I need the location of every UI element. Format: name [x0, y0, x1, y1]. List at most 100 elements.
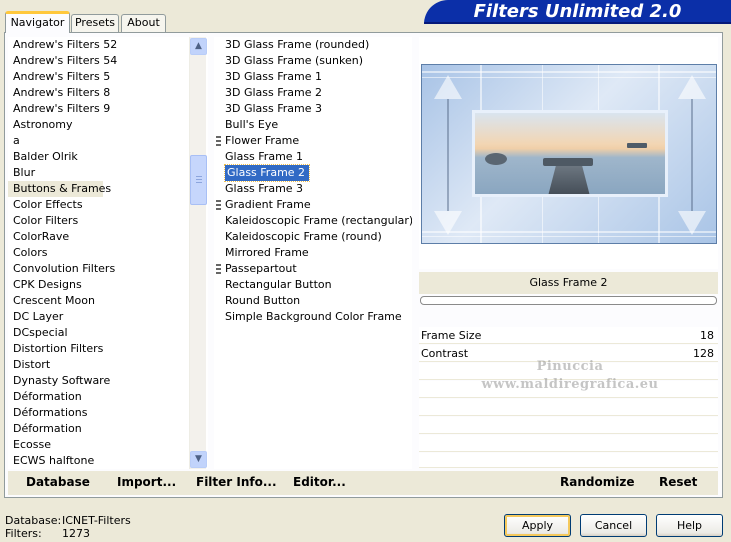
param-slot-empty [419, 399, 718, 416]
filter-item[interactable]: Glass Frame 3 [214, 181, 412, 197]
scroll-thumb[interactable] [190, 155, 207, 205]
param-slot-empty [419, 453, 718, 468]
filter-item[interactable]: 3D Glass Frame (sunken) [214, 53, 412, 69]
database-label: Database: [5, 514, 62, 527]
category-item[interactable]: Colors [8, 245, 208, 261]
param-label: Frame Size [421, 329, 482, 342]
help-button[interactable]: Help [656, 514, 723, 537]
category-item[interactable]: Déformation [8, 389, 208, 405]
filter-item-label: Passepartout [225, 262, 297, 275]
folder-icon [216, 264, 221, 274]
param-frame-size[interactable]: Frame Size 18 [419, 327, 718, 344]
database-button[interactable]: Database [26, 475, 90, 489]
category-item[interactable]: ECWS halftone [8, 453, 208, 469]
category-list[interactable]: Andrew's Filters 52 Andrew's Filters 54 An… [8, 37, 208, 469]
filter-item-label: Glass Frame 2 [223, 164, 311, 182]
progress-bar [420, 296, 717, 305]
category-item[interactable]: Ecosse [8, 437, 208, 453]
filter-item-label: Kaleidoscopic Frame (rectangular) [225, 214, 412, 227]
filter-item-label: Mirrored Frame [225, 246, 309, 259]
filter-item-label: Glass Frame 3 [225, 182, 304, 195]
filter-item[interactable]: Glass Frame 2 [214, 164, 412, 182]
category-item[interactable]: Andrew's Filters 54 [8, 53, 208, 69]
filter-item[interactable]: Kaleidoscopic Frame (rectangular) [214, 213, 412, 229]
selected-filter-title: Glass Frame 2 [419, 272, 718, 294]
filter-item[interactable]: Glass Frame 1 [214, 149, 412, 165]
filter-item[interactable]: Flower Frame [214, 133, 412, 149]
category-item[interactable]: Andrew's Filters 8 [8, 85, 208, 101]
filter-item-label: Flower Frame [225, 134, 300, 147]
filter-item[interactable]: 3D Glass Frame 2 [214, 85, 412, 101]
tab-navigator[interactable]: Navigator [5, 11, 70, 33]
category-item[interactable]: Distortion Filters [8, 341, 208, 357]
filter-item-label: Round Button [225, 294, 301, 307]
category-item[interactable]: CPK Designs [8, 277, 208, 293]
category-item[interactable]: Andrew's Filters 5 [8, 69, 208, 85]
category-item[interactable]: Andrew's Filters 9 [8, 101, 208, 117]
category-item[interactable]: Astronomy [8, 117, 208, 133]
filter-item-label: 3D Glass Frame (rounded) [225, 38, 370, 51]
param-value: 128 [693, 347, 714, 360]
database-value: ICNET-Filters [62, 514, 131, 527]
param-value: 18 [700, 329, 714, 342]
filter-item[interactable]: Bull's Eye [214, 117, 412, 133]
filter-item-label: 3D Glass Frame (sunken) [225, 54, 363, 67]
filter-item-label: Rectangular Button [225, 278, 332, 291]
param-slot-empty [419, 417, 718, 434]
bottom-toolbar: Database Import... Filter Info... Editor… [8, 471, 718, 495]
filter-item[interactable]: 3D Glass Frame 3 [214, 101, 412, 117]
filter-item[interactable]: Passepartout [214, 261, 412, 277]
folder-icon [216, 136, 221, 146]
filter-item[interactable]: 3D Glass Frame (rounded) [214, 37, 412, 53]
tab-presets[interactable]: Presets [71, 14, 119, 32]
import-button[interactable]: Import... [117, 475, 176, 489]
category-item[interactable]: Andrew's Filters 52 [8, 37, 208, 53]
filter-item[interactable]: Simple Background Color Frame [214, 309, 412, 325]
randomize-button[interactable]: Randomize [560, 475, 634, 489]
app-title-banner: Filters Unlimited 2.0 [424, 0, 731, 24]
filter-item[interactable]: 3D Glass Frame 1 [214, 69, 412, 85]
category-item[interactable]: Déformation [8, 421, 208, 437]
filter-item[interactable]: Gradient Frame [214, 197, 412, 213]
filter-item-label: 3D Glass Frame 3 [225, 102, 323, 115]
filter-item-label: Kaleidoscopic Frame (round) [225, 230, 382, 243]
scroll-up-button[interactable]: ▲ [190, 38, 207, 55]
folder-icon [216, 200, 221, 210]
filter-item-label: Bull's Eye [225, 118, 279, 131]
category-item[interactable]: Blur [8, 165, 208, 181]
filter-item-label: Glass Frame 1 [225, 150, 304, 163]
category-item[interactable]: Buttons & Frames [8, 181, 111, 197]
category-item[interactable]: Dynasty Software [8, 373, 208, 389]
tab-about[interactable]: About [121, 14, 166, 32]
filter-item[interactable]: Kaleidoscopic Frame (round) [214, 229, 412, 245]
reset-button[interactable]: Reset [659, 475, 697, 489]
filter-list[interactable]: 3D Glass Frame (rounded) 3D Glass Frame (… [214, 37, 412, 469]
filter-item[interactable]: Mirrored Frame [214, 245, 412, 261]
filter-item-label: Simple Background Color Frame [225, 310, 402, 323]
category-item[interactable]: Balder Olrik [8, 149, 208, 165]
category-item[interactable]: DC Layer [8, 309, 208, 325]
category-item[interactable]: DCspecial [8, 325, 208, 341]
filter-item-label: Gradient Frame [225, 198, 311, 211]
preview-image [421, 64, 717, 244]
category-item[interactable]: Crescent Moon [8, 293, 208, 309]
category-item[interactable]: a [8, 133, 208, 149]
editor-button[interactable]: Editor... [293, 475, 346, 489]
category-scrollbar[interactable]: ▲ ▼ [189, 37, 207, 469]
category-item[interactable]: Color Effects [8, 197, 208, 213]
cancel-button[interactable]: Cancel [580, 514, 647, 537]
watermark: Pinuccia www.maldiregrafica.eu [481, 359, 659, 392]
filters-count-label: Filters: [5, 527, 42, 540]
apply-button[interactable]: Apply [504, 514, 571, 537]
filter-item-label: 3D Glass Frame 1 [225, 70, 323, 83]
filter-info-button[interactable]: Filter Info... [196, 475, 277, 489]
category-item[interactable]: Déformations [8, 405, 208, 421]
filter-item[interactable]: Round Button [214, 293, 412, 309]
param-slot-empty [419, 435, 718, 452]
category-item[interactable]: Distort [8, 357, 208, 373]
category-item[interactable]: Convolution Filters [8, 261, 208, 277]
category-item[interactable]: ColorRave [8, 229, 208, 245]
category-item[interactable]: Color Filters [8, 213, 208, 229]
scroll-down-button[interactable]: ▼ [190, 451, 207, 468]
filter-item[interactable]: Rectangular Button [214, 277, 412, 293]
